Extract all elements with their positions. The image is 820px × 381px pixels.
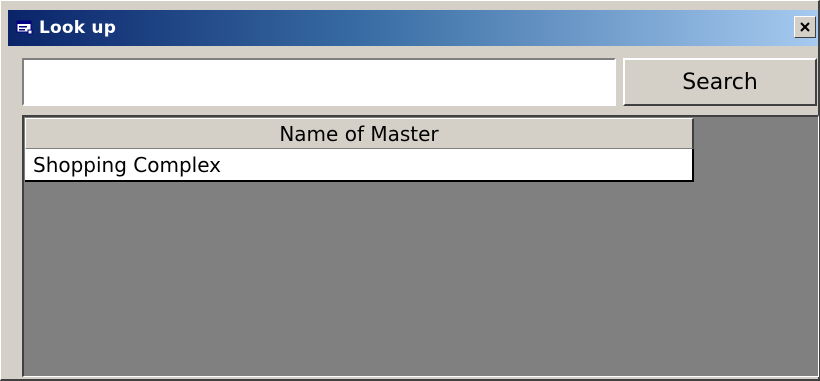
results-grid[interactable]: Name of Master Shopping Complex <box>22 115 819 377</box>
window-app-icon <box>15 18 35 38</box>
table-row[interactable]: Shopping Complex <box>25 149 694 182</box>
results-table: Name of Master Shopping Complex <box>25 118 694 182</box>
search-input[interactable] <box>22 58 616 106</box>
window-title: Look up <box>39 18 117 38</box>
search-button[interactable]: Search <box>623 58 817 106</box>
title-bar[interactable]: Look up <box>8 10 818 46</box>
column-header-name-of-master[interactable]: Name of Master <box>25 118 694 149</box>
lookup-window: Look up Search Name of Master Shopping C… <box>0 0 820 381</box>
table-cell: Shopping Complex <box>33 152 222 177</box>
search-button-label: Search <box>682 69 758 95</box>
column-header-label: Name of Master <box>279 121 439 146</box>
close-button[interactable] <box>794 16 816 38</box>
close-icon <box>799 18 811 37</box>
